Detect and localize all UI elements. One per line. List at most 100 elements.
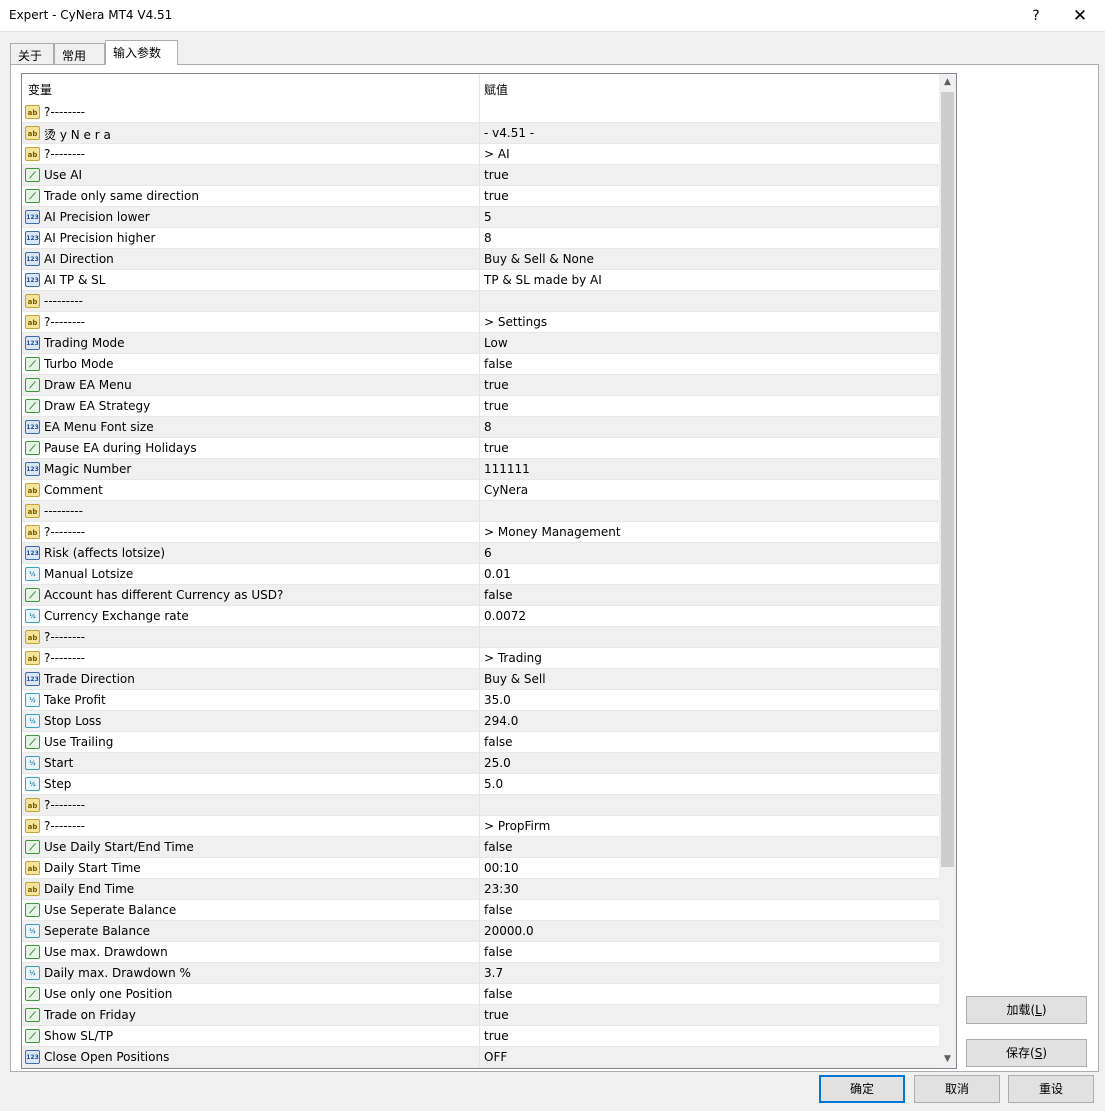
variable-cell[interactable]: 123 Trade Direction [22,669,479,689]
table-row[interactable]: ½ Seperate Balance 20000.0 [22,921,939,942]
variable-cell[interactable]: ab --------- [22,291,479,311]
header-variable[interactable]: 变量 [28,81,52,98]
variable-cell[interactable]: ab ?-------- [22,627,479,647]
scroll-thumb[interactable] [941,92,954,867]
value-cell[interactable]: 111111 [479,459,939,479]
table-row[interactable]: ⟋ Draw EA Menu true [22,375,939,396]
variable-cell[interactable]: 123 Magic Number [22,459,479,479]
value-cell[interactable]: false [479,585,939,605]
variable-cell[interactable]: ⟋ Turbo Mode [22,354,479,374]
variable-cell[interactable]: ½ Take Profit [22,690,479,710]
value-cell[interactable]: > Money Management [479,522,939,542]
tab-inputs[interactable]: 输入参数 [105,40,178,65]
cancel-button[interactable]: 取消 [914,1075,1000,1103]
variable-cell[interactable]: ⟋ Draw EA Strategy [22,396,479,416]
variable-cell[interactable]: ½ Manual Lotsize [22,564,479,584]
table-row[interactable]: 123 Trading Mode Low [22,333,939,354]
table-row[interactable]: ab Comment CyNera [22,480,939,501]
table-row[interactable]: ⟋ Trade on Friday true [22,1005,939,1026]
ok-button[interactable]: 确定 [819,1075,905,1103]
variable-cell[interactable]: ab --------- [22,501,479,521]
table-row[interactable]: ⟋ Use Seperate Balance false [22,900,939,921]
value-cell[interactable]: 5 [479,207,939,227]
value-cell[interactable]: 8 [479,228,939,248]
variable-cell[interactable]: ab Daily End Time [22,879,479,899]
value-cell[interactable]: Buy & Sell [479,669,939,689]
variable-cell[interactable]: ½ Currency Exchange rate [22,606,479,626]
table-row[interactable]: ⟋ Use Trailing false [22,732,939,753]
table-row[interactable]: ⟋ Account has different Currency as USD? f… [22,585,939,606]
help-button[interactable]: ? [1023,4,1049,28]
value-cell[interactable]: 294.0 [479,711,939,731]
load-button[interactable]: 加载(L) [966,996,1087,1024]
table-row[interactable]: ab ?-------- > AI [22,144,939,165]
table-row[interactable]: ⟋ Use only one Position false [22,984,939,1005]
table-row[interactable]: 123 Risk (affects lotsize) 6 [22,543,939,564]
scroll-down-icon[interactable]: ▼ [939,1051,956,1068]
tab-about[interactable]: 关于 [10,43,54,65]
table-row[interactable]: ⟋ Trade only same direction true [22,186,939,207]
variable-cell[interactable]: 123 Risk (affects lotsize) [22,543,479,563]
value-cell[interactable] [479,291,939,311]
table-row[interactable]: 123 AI Precision lower 5 [22,207,939,228]
table-row[interactable]: 123 Trade Direction Buy & Sell [22,669,939,690]
value-cell[interactable]: true [479,375,939,395]
value-cell[interactable]: false [479,984,939,1004]
variable-cell[interactable]: ab Comment [22,480,479,500]
table-row[interactable]: 123 AI Precision higher 8 [22,228,939,249]
value-cell[interactable]: > PropFirm [479,816,939,836]
variable-cell[interactable]: 123 AI TP & SL [22,270,479,290]
variable-cell[interactable]: ½ Start [22,753,479,773]
table-row[interactable]: ab ?-------- > PropFirm [22,816,939,837]
table-row[interactable]: ab --------- [22,501,939,522]
reset-button[interactable]: 重设 [1008,1075,1094,1103]
value-cell[interactable] [479,795,939,815]
table-row[interactable]: 123 Close Open Positions OFF [22,1047,939,1068]
variable-cell[interactable]: ⟋ Use Daily Start/End Time [22,837,479,857]
variable-cell[interactable]: ⟋ Use max. Drawdown [22,942,479,962]
table-row[interactable]: ½ Start 25.0 [22,753,939,774]
value-cell[interactable]: 35.0 [479,690,939,710]
table-row[interactable]: ⟋ Pause EA during Holidays true [22,438,939,459]
value-cell[interactable]: true [479,165,939,185]
table-row[interactable]: ⟋ Show SL/TP true [22,1026,939,1047]
table-row[interactable]: ab ?-------- [22,627,939,648]
value-cell[interactable]: 0.01 [479,564,939,584]
variable-cell[interactable]: ab ?-------- [22,816,479,836]
value-cell[interactable]: OFF [479,1047,939,1067]
value-cell[interactable]: false [479,354,939,374]
value-cell[interactable]: true [479,1005,939,1025]
table-row[interactable]: ab ?-------- > Settings [22,312,939,333]
variable-cell[interactable]: ½ Seperate Balance [22,921,479,941]
value-cell[interactable]: 25.0 [479,753,939,773]
value-cell[interactable]: > AI [479,144,939,164]
variable-cell[interactable]: ½ Stop Loss [22,711,479,731]
variable-cell[interactable]: ½ Step [22,774,479,794]
table-row[interactable]: ⟋ Turbo Mode false [22,354,939,375]
value-cell[interactable]: 0.0072 [479,606,939,626]
vertical-scrollbar[interactable]: ▲ ▼ [939,74,956,1068]
value-cell[interactable]: 6 [479,543,939,563]
table-row[interactable]: ½ Manual Lotsize 0.01 [22,564,939,585]
table-row[interactable]: 123 AI TP & SL TP & SL made by AI [22,270,939,291]
variable-cell[interactable]: ab ?-------- [22,312,479,332]
variable-cell[interactable]: ab ?-------- [22,522,479,542]
value-cell[interactable]: false [479,837,939,857]
value-cell[interactable]: true [479,1026,939,1046]
value-cell[interactable]: > Trading [479,648,939,668]
variable-cell[interactable]: ab ?-------- [22,102,479,122]
variable-cell[interactable]: ⟋ Use Seperate Balance [22,900,479,920]
variable-cell[interactable]: ab ?-------- [22,144,479,164]
variable-cell[interactable]: ab ?-------- [22,648,479,668]
value-cell[interactable]: false [479,732,939,752]
header-divider[interactable] [479,74,480,102]
variable-cell[interactable]: 123 EA Menu Font size [22,417,479,437]
variable-cell[interactable]: ⟋ Trade on Friday [22,1005,479,1025]
value-cell[interactable]: 5.0 [479,774,939,794]
variable-cell[interactable]: 123 AI Precision higher [22,228,479,248]
table-row[interactable]: ab Daily End Time 23:30 [22,879,939,900]
variable-cell[interactable]: ½ Daily max. Drawdown % [22,963,479,983]
value-cell[interactable]: false [479,900,939,920]
value-cell[interactable]: true [479,438,939,458]
table-row[interactable]: ½ Step 5.0 [22,774,939,795]
